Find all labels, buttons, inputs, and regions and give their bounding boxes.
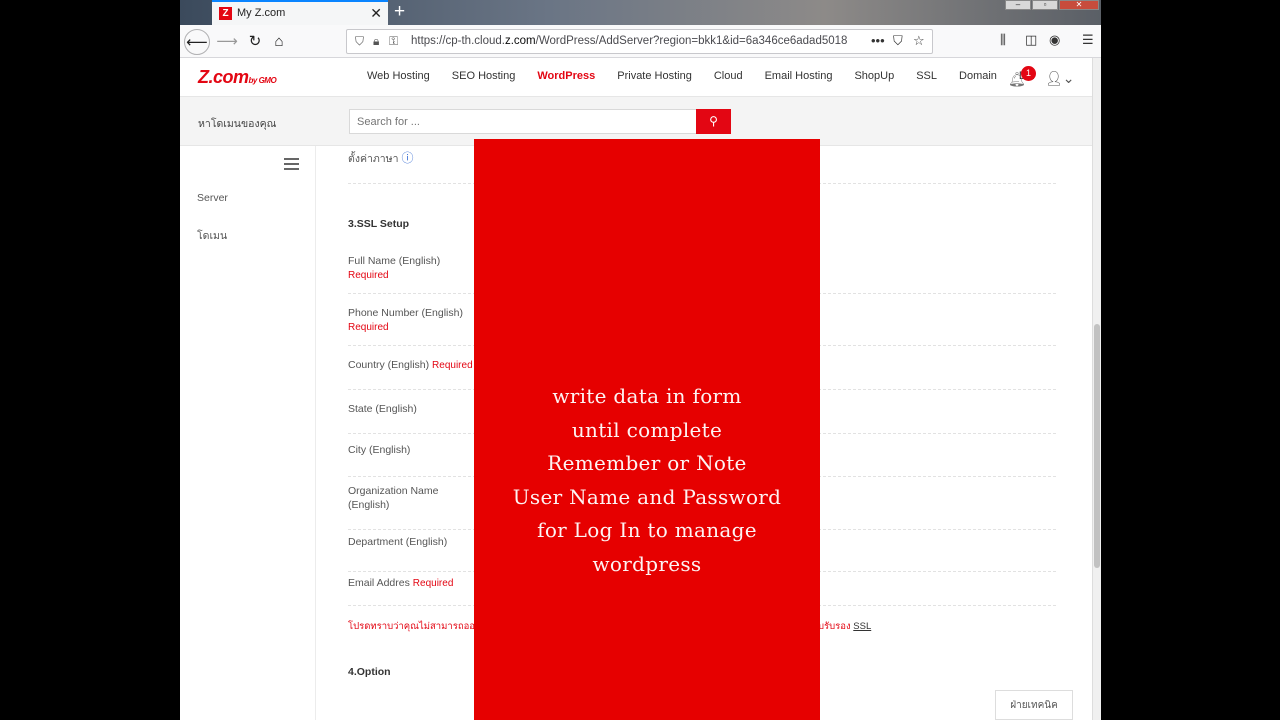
section-option-title: 4.Option xyxy=(348,666,391,678)
find-domain-label: หาโดเมนของคุณ xyxy=(198,118,277,130)
window-controls: – ▫ ✕ xyxy=(1005,0,1099,10)
lang-setting-text: ตั้งค่าภาษา xyxy=(348,153,399,165)
lock-icon[interactable]: 🔒︎ xyxy=(373,34,379,49)
required-text: Required xyxy=(348,270,389,281)
search-icon: ⚲ xyxy=(709,114,718,128)
help-icon[interactable]: ⓘ xyxy=(401,151,413,165)
menu-domain[interactable]: Domain xyxy=(959,70,997,82)
zcom-logo[interactable]: Z.comby GMO xyxy=(198,67,277,88)
ssl-note-right: บรับรอง xyxy=(818,621,851,632)
scrollbar-thumb[interactable] xyxy=(1094,324,1100,568)
department-label: Department (English) xyxy=(348,536,448,548)
library-icon[interactable]: ⫼ xyxy=(1000,32,1006,48)
menu-seo-hosting[interactable]: SEO Hosting xyxy=(452,70,516,82)
sidebar-icon[interactable]: ◫ xyxy=(1025,32,1037,48)
state-label: State (English) xyxy=(348,403,417,415)
nav-toolbar: ⟵ ⟶ ↻ ⌂ ⛉ 🔒︎ ⚿ https://cp-th.cloud.z.com… xyxy=(180,25,1101,58)
overlay-line: for Log In to manage xyxy=(537,518,757,542)
overlay-line: Remember or Note xyxy=(547,451,747,475)
sidebar-item-domain[interactable]: โดเมน xyxy=(197,227,227,244)
tab-my-zcom[interactable]: Z My Z.com ✕ xyxy=(212,0,388,25)
url-text[interactable]: https://cp-th.cloud.z.com/WordPress/AddS… xyxy=(411,35,847,47)
shield-icon[interactable]: ⛉ xyxy=(355,34,364,49)
lang-setting-label: ตั้งค่าภาษา ⓘ xyxy=(348,151,413,166)
country-text: Country (English) xyxy=(348,359,430,371)
notification-badge: 1 xyxy=(1021,66,1036,81)
menu-ssl[interactable]: SSL xyxy=(916,70,937,82)
pocket-icon[interactable]: ⛉ xyxy=(893,33,903,49)
menu-wordpress[interactable]: WordPress xyxy=(537,70,595,82)
city-label: City (English) xyxy=(348,444,411,456)
url-prefix: https://cp-th.cloud. xyxy=(411,35,505,47)
logo-text: Z.com xyxy=(198,67,249,87)
logo-sub: by GMO xyxy=(248,76,277,85)
page-actions-icon[interactable]: ••• xyxy=(871,33,885,48)
org-label-line1: Organization Name xyxy=(348,485,439,497)
close-tab-icon[interactable]: ✕ xyxy=(370,5,382,22)
menu-cloud[interactable]: Cloud xyxy=(714,70,743,82)
phone-label: Phone Number (English) xyxy=(348,307,463,319)
main-menu: Web Hosting SEO Hosting WordPress Privat… xyxy=(367,70,1035,82)
url-suffix: /WordPress/AddServer?region=bkk1&id=6a34… xyxy=(535,35,848,47)
full-name-label: Full Name (English) xyxy=(348,255,441,267)
org-label-line2: (English) xyxy=(348,499,390,511)
email-label: Email Addres Required xyxy=(348,576,453,591)
ssl-link[interactable]: SSL xyxy=(853,621,871,632)
permissions-icon[interactable]: ⚿ xyxy=(389,34,398,49)
tab-bar: Z My Z.com ✕ + – ▫ ✕ xyxy=(180,0,1101,25)
new-tab-icon[interactable]: + xyxy=(394,1,405,23)
required-text: Required xyxy=(412,578,454,589)
country-label: Country (English) Required xyxy=(348,358,473,373)
browser-window: Z My Z.com ✕ + – ▫ ✕ ⟵ ⟶ ↻ ⌂ ⛉ 🔒︎ ⚿ http… xyxy=(180,0,1101,720)
ssl-note-end: บรับรอง SSL xyxy=(818,619,871,634)
overlay-line: until complete xyxy=(571,417,723,442)
page-scrollbar[interactable] xyxy=(1092,58,1101,720)
overlay-line: wordpress xyxy=(592,551,702,576)
domain-search-input[interactable] xyxy=(349,109,697,134)
maximize-icon[interactable]: ▫ xyxy=(1032,0,1058,10)
home-icon[interactable]: ⌂ xyxy=(266,29,292,55)
back-icon[interactable]: ⟵ xyxy=(184,29,210,55)
tech-support-button[interactable]: ฝ่ายเทคนิค xyxy=(995,690,1073,720)
tab-title: My Z.com xyxy=(237,7,286,19)
instruction-overlay: write data in form until complete Rememb… xyxy=(474,139,820,720)
site-header: Z.comby GMO Web Hosting SEO Hosting Word… xyxy=(180,58,1092,96)
ssl-note-text: โปรดทราบว่าคุณไม่สามารถออกใ xyxy=(348,621,486,632)
side-nav: Server โดเมน xyxy=(180,146,316,720)
search-button[interactable]: ⚲ xyxy=(696,109,731,134)
reload-icon[interactable]: ↻ xyxy=(242,29,268,55)
menu-icon[interactable]: ☰ xyxy=(1082,32,1094,48)
required-text: Required xyxy=(348,322,389,333)
url-bar[interactable]: ⛉ 🔒︎ ⚿ https://cp-th.cloud.z.com/WordPre… xyxy=(346,29,933,54)
overlay-line: User Name and Password xyxy=(512,484,782,509)
menu-web-hosting[interactable]: Web Hosting xyxy=(367,70,430,82)
account-icon[interactable]: ◉ xyxy=(1049,32,1060,48)
forward-icon[interactable]: ⟶ xyxy=(214,29,240,55)
hamburger-icon[interactable] xyxy=(284,158,299,173)
zcom-favicon-icon: Z xyxy=(219,7,232,20)
required-text: Required xyxy=(432,360,473,371)
section-ssl-title: 3.SSL Setup xyxy=(348,218,410,230)
user-avatar-icon[interactable]: 👤︎⌄ xyxy=(1045,70,1075,87)
email-text: Email Addres xyxy=(348,577,410,589)
menu-private-hosting[interactable]: Private Hosting xyxy=(617,70,692,82)
bookmark-star-icon[interactable]: ☆ xyxy=(913,33,925,49)
menu-shopup[interactable]: ShopUp xyxy=(854,70,894,82)
minimize-icon[interactable]: – xyxy=(1005,0,1031,10)
url-domain: z.com xyxy=(504,35,536,47)
sidebar-item-server[interactable]: Server xyxy=(197,192,228,204)
overlay-message: write data in form until complete Rememb… xyxy=(474,380,820,581)
close-window-icon[interactable]: ✕ xyxy=(1059,0,1099,10)
overlay-line: write data in form xyxy=(552,384,742,408)
menu-email-hosting[interactable]: Email Hosting xyxy=(765,70,833,82)
